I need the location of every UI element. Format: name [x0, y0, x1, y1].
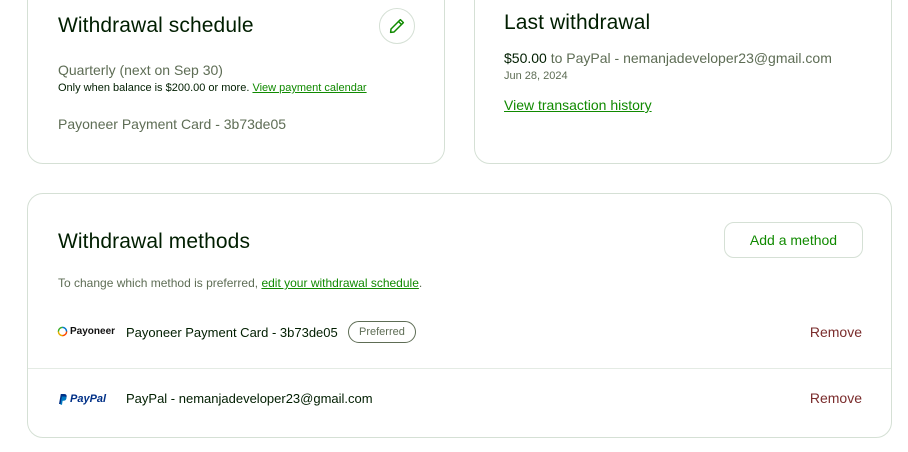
- withdrawal-methods-title: Withdrawal methods: [58, 230, 251, 253]
- schedule-note: Only when balance is $200.00 or more. Vi…: [58, 82, 367, 94]
- withdrawal-methods-card: Withdrawal methods Add a method To chang…: [27, 193, 892, 438]
- add-method-button[interactable]: Add a method: [724, 222, 863, 258]
- schedule-frequency: Quarterly (next on Sep 30): [58, 62, 223, 78]
- methods-note-end: .: [418, 276, 423, 290]
- pencil-icon: [389, 18, 405, 34]
- view-transaction-history-link[interactable]: View transaction history: [504, 97, 652, 113]
- last-withdrawal-title: Last withdrawal: [504, 11, 651, 34]
- edit-withdrawal-schedule-link[interactable]: edit your withdrawal schedule: [261, 276, 418, 290]
- last-withdrawal-summary: $50.00 to PayPal - nemanjadeveloper23@gm…: [504, 50, 832, 66]
- edit-schedule-button[interactable]: [379, 8, 415, 44]
- last-withdrawal-card: Last withdrawal $50.00 to PayPal - neman…: [474, 0, 892, 164]
- last-withdrawal-amount: $50.00: [504, 50, 547, 66]
- methods-note-text: To change which method is preferred,: [58, 276, 262, 290]
- paypal-p-icon: [59, 394, 67, 405]
- paypal-method-name: PayPal - nemanjadeveloper23@gmail.com: [126, 391, 373, 406]
- payoneer-logo-text: Payoneer: [70, 326, 116, 337]
- withdrawal-schedule-title: Withdrawal schedule: [58, 14, 254, 37]
- paypal-logo: PayPal: [57, 393, 106, 405]
- paypal-logo-text: PayPal: [70, 393, 107, 405]
- method-row-payoneer: Payoneer Payoneer Payment Card - 3b73de0…: [28, 302, 891, 362]
- remove-paypal-link[interactable]: Remove: [810, 390, 862, 406]
- preferred-badge: Preferred: [348, 321, 416, 343]
- remove-payoneer-link[interactable]: Remove: [810, 324, 862, 340]
- view-payment-calendar-link[interactable]: View payment calendar: [252, 82, 366, 94]
- withdrawal-schedule-card: Withdrawal schedule Quarterly (next on S…: [27, 0, 445, 164]
- last-withdrawal-destination: to PayPal - nemanjadeveloper23@gmail.com: [550, 50, 832, 66]
- last-withdrawal-date: Jun 28, 2024: [504, 70, 568, 82]
- methods-note: To change which method is preferred, edi…: [58, 276, 422, 290]
- schedule-method: Payoneer Payment Card - 3b73de05: [58, 116, 287, 132]
- payoneer-logo: Payoneer: [57, 326, 115, 337]
- method-row-paypal: PayPal PayPal - nemanjadeveloper23@gmail…: [28, 368, 891, 434]
- payoneer-ring-icon: [57, 326, 68, 337]
- payoneer-method-name: Payoneer Payment Card - 3b73de05: [126, 325, 338, 340]
- schedule-note-text: Only when balance is $200.00 or more.: [58, 82, 253, 94]
